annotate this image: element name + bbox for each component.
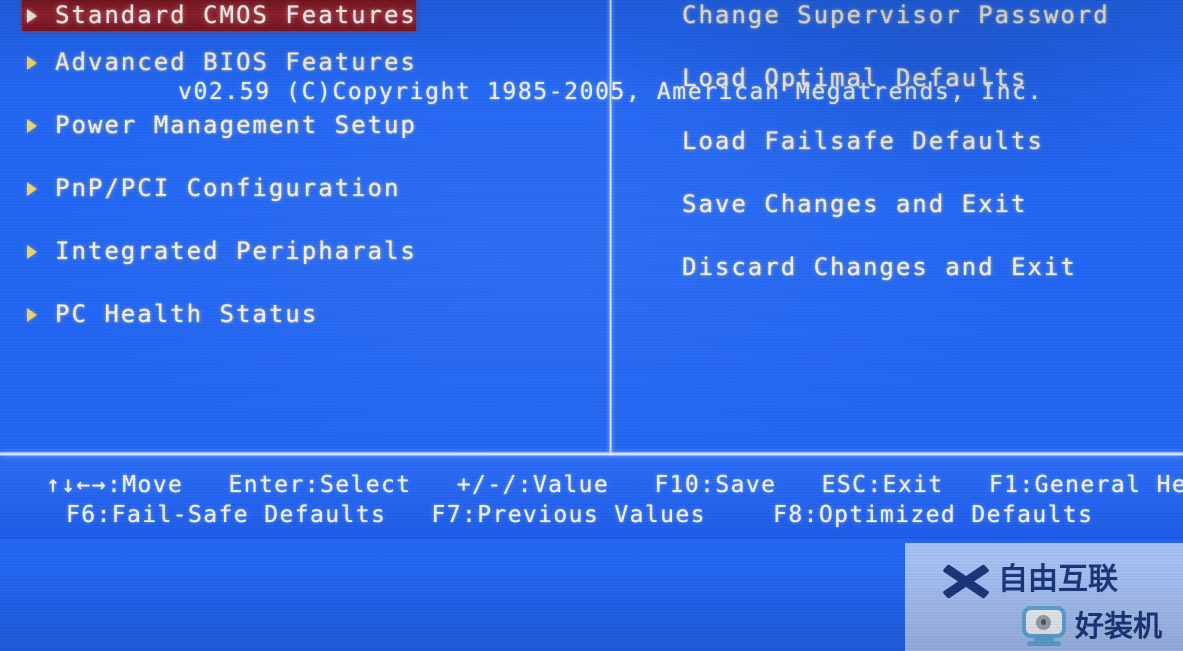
menu-item-standard-cmos-features[interactable]: Standard CMOS Features: [22, 0, 416, 31]
triangle-right-icon: [27, 55, 37, 70]
column-divider: [609, 0, 612, 455]
triangle-right-icon: [27, 307, 37, 322]
menu-item-pc-health-status[interactable]: PC Health Status: [22, 299, 597, 330]
menu-item-save-changes-and-exit[interactable]: Save Changes and Exit: [682, 189, 1172, 220]
hint-save: F10:Save: [654, 472, 777, 498]
watermark-site-label: 好装机: [1075, 608, 1163, 643]
menu-item-power-management-setup[interactable]: Power Management Setup: [22, 110, 597, 141]
menu-item-label: Standard CMOS Features: [55, 1, 417, 29]
hint-value: +/-/:Value: [456, 472, 610, 498]
menu-item-label: Discard Changes and Exit: [682, 253, 1077, 281]
menu-item-label: Integrated Peripharals: [55, 237, 417, 265]
watermark-brand-logo: 自由互联: [938, 558, 1118, 602]
left-menu-column: Standard CMOS Features Advanced BIOS Fea…: [22, 0, 597, 330]
menu-item-label: Power Management Setup: [55, 111, 417, 139]
key-hints-row-2: F6:Fail-Safe Defaults F7:Previous Values…: [0, 502, 1183, 533]
hint-move: ↑↓←→:Move: [46, 472, 184, 498]
hint-select: Enter:Select: [228, 472, 412, 498]
key-hints-bar: ↑↓←→:Move Enter:Select +/-/:Value F10:Sa…: [0, 456, 1183, 539]
menu-item-change-supervisor-password[interactable]: Change Supervisor Password: [682, 0, 1172, 31]
x-logo-icon: [938, 560, 990, 600]
menu-item-discard-changes-and-exit[interactable]: Discard Changes and Exit: [682, 252, 1172, 283]
menu-item-load-failsafe-defaults[interactable]: Load Failsafe Defaults: [682, 126, 1172, 157]
menu-item-label: Advanced BIOS Features: [55, 48, 417, 76]
menu-item-integrated-peripharals[interactable]: Integrated Peripharals: [22, 236, 597, 267]
watermark-site-logo: 好装机: [1022, 605, 1162, 647]
main-menu-area: Standard CMOS Features Advanced BIOS Fea…: [0, 0, 1183, 455]
monitor-icon: [1022, 606, 1068, 646]
triangle-right-icon: [27, 8, 37, 23]
horizontal-separator: [0, 452, 1183, 456]
hint-failsafe: F6:Fail-Safe Defaults: [66, 502, 387, 528]
menu-item-label: Load Failsafe Defaults: [682, 127, 1044, 155]
menu-item-label: Change Supervisor Password: [682, 1, 1110, 29]
right-menu-column: Change Supervisor Password Load Optimal …: [682, 0, 1172, 283]
hint-optimized: F8:Optimized Defaults: [773, 502, 1094, 528]
hint-exit: ESC:Exit: [821, 472, 944, 498]
triangle-right-icon: [27, 118, 37, 133]
hint-help: F1:General Help: [988, 472, 1183, 498]
menu-item-label: Save Changes and Exit: [682, 190, 1028, 218]
copyright-text: v02.59 (C)Copyright 1985-2005, American …: [178, 79, 1044, 105]
key-hints-row-1: ↑↓←→:Move Enter:Select +/-/:Value F10:Sa…: [0, 472, 1183, 503]
menu-item-label: PnP/PCI Configuration: [55, 174, 401, 202]
bios-setup-screen: Standard CMOS Features Advanced BIOS Fea…: [0, 0, 1183, 651]
triangle-right-icon: [27, 244, 37, 259]
menu-item-advanced-bios-features[interactable]: Advanced BIOS Features: [22, 47, 597, 78]
hint-previous: F7:Previous Values: [431, 502, 706, 528]
triangle-right-icon: [27, 181, 37, 196]
menu-item-pnp-pci-configuration[interactable]: PnP/PCI Configuration: [22, 173, 597, 204]
watermark-brand-label: 自由互联: [998, 562, 1118, 597]
menu-item-label: PC Health Status: [55, 300, 319, 328]
